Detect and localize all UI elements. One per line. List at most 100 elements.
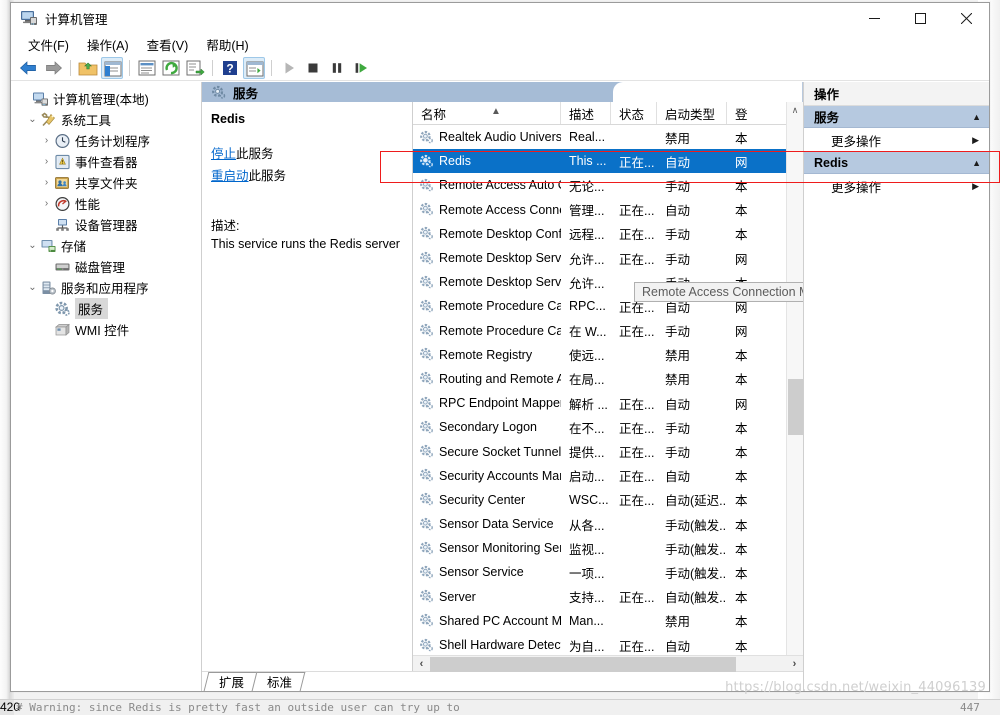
table-row[interactable]: Security Accounts Manag... 启动... 正在... 自动 本 <box>413 464 803 488</box>
export-list-icon[interactable] <box>184 57 206 79</box>
column-status[interactable]: 状态 <box>611 102 657 125</box>
collapse-up-icon[interactable]: ▲ <box>972 158 981 168</box>
chevron-right-icon[interactable]: › <box>39 135 54 146</box>
storage-icon <box>40 238 57 254</box>
services-pane: 服务 Redis 停止此服务 重启动此服务 描述: This service r… <box>202 82 803 691</box>
cell-description: 在 W... <box>569 325 607 340</box>
chevron-down-icon[interactable]: ⌄ <box>25 240 40 251</box>
table-row[interactable]: Remote Desktop Services 允许... 正在... 手动 网 <box>413 246 803 270</box>
minimize-button[interactable] <box>851 3 897 33</box>
close-button[interactable] <box>943 3 989 33</box>
collapse-up-icon[interactable]: ▲ <box>972 112 981 122</box>
table-row[interactable]: Sensor Service 一项... 手动(触发... 本 <box>413 560 803 584</box>
table-row[interactable]: Shell Hardware Detection 为自... 正在... 自动 本 <box>413 633 803 655</box>
table-row[interactable]: Sensor Monitoring Service 监视... 手动(触发... 本 <box>413 536 803 560</box>
computer-management-icon <box>20 9 38 27</box>
properties-icon[interactable] <box>136 57 158 79</box>
action-more-actions-services[interactable]: 更多操作 ▶ <box>804 128 989 152</box>
table-row[interactable]: Secondary Logon 在不... 正在... 手动 本 <box>413 415 803 439</box>
table-row[interactable]: Sensor Data Service 从各... 手动(触发... 本 <box>413 512 803 536</box>
tree-event-viewer[interactable]: › 事件查看器 <box>11 151 201 172</box>
show-hide-action-pane-icon[interactable] <box>243 56 265 79</box>
restart-service-link[interactable]: 重启动 <box>211 169 249 183</box>
window-controls <box>851 3 989 33</box>
show-hide-console-tree-icon[interactable] <box>101 56 123 79</box>
table-row[interactable]: Server 支持... 正在... 自动(触发... 本 <box>413 585 803 609</box>
table-row[interactable]: RPC Endpoint Mapper 解析 ... 正在... 自动 网 <box>413 391 803 415</box>
menu-file[interactable]: 文件(F) <box>19 33 78 56</box>
menu-view[interactable]: 查看(V) <box>138 33 198 56</box>
tree-device-manager[interactable]: 设备管理器 <box>11 214 201 235</box>
tree-task-scheduler[interactable]: › 任务计划程序 <box>11 130 201 151</box>
pause-service-icon[interactable] <box>326 57 348 79</box>
tab-standard[interactable]: 标准 <box>251 672 306 691</box>
table-row[interactable]: Redis This ... 正在... 自动 网 <box>413 149 803 174</box>
view-tabs: 扩展 标准 <box>202 670 803 691</box>
selected-service-name: Redis <box>211 112 246 127</box>
tree-wmi-control[interactable]: WMI 控件 <box>11 319 201 340</box>
scroll-left-arrow[interactable]: ‹ <box>413 658 430 670</box>
cell-service-name: Server <box>413 589 561 604</box>
table-row[interactable]: Remote Registry 使远... 禁用 本 <box>413 343 803 367</box>
table-row[interactable]: Security Center WSC... 正在... 自动(延迟... 本 <box>413 488 803 512</box>
column-startup-type[interactable]: 启动类型 <box>657 102 727 125</box>
table-row[interactable]: Remote Access Auto Con... 无论... 手动 本 <box>413 173 803 197</box>
service-gear-icon <box>419 420 434 435</box>
tree-disk-management[interactable]: 磁盘管理 <box>11 256 201 277</box>
column-description[interactable]: 描述 <box>561 102 611 125</box>
table-row[interactable]: Secure Socket Tunneling ... 提供... 正在... 手动 本 <box>413 439 803 463</box>
chevron-right-icon[interactable]: › <box>39 177 54 188</box>
help-icon[interactable]: ? <box>219 57 241 79</box>
tree-performance[interactable]: › 性能 <box>11 193 201 214</box>
table-row[interactable]: Shared PC Account Mana... Man... 禁用 本 <box>413 609 803 633</box>
column-log-on-as[interactable]: 登 <box>727 102 753 124</box>
refresh-icon[interactable] <box>160 57 182 79</box>
action-group-redis[interactable]: Redis ▲ <box>804 152 989 174</box>
tree-shared-folders[interactable]: › 共享文件夹 <box>11 172 201 193</box>
tree-item-label: 服务和应用程序 <box>61 282 149 296</box>
tree-services[interactable]: 服务 <box>11 298 201 319</box>
action-group-services[interactable]: 服务 ▲ <box>804 106 989 128</box>
table-row[interactable]: Realtek Audio Universal ... Real... 禁用 本 <box>413 125 803 149</box>
action-more-actions-redis[interactable]: 更多操作 ▶ <box>804 174 989 198</box>
submenu-arrow-icon: ▶ <box>972 134 979 145</box>
console-text-line-right: 447 <box>960 701 980 714</box>
forward-icon[interactable] <box>42 57 64 79</box>
column-name[interactable]: 名称 ▲ <box>413 102 561 125</box>
services-apps-icon <box>40 280 57 296</box>
vertical-scroll-thumb[interactable] <box>788 379 803 436</box>
stop-service-link[interactable]: 停止 <box>211 147 236 161</box>
table-row[interactable]: Remote Desktop Configu... 远程... 正在... 手动 本 <box>413 222 803 246</box>
table-row[interactable]: Remote Procedure Call (... 在 W... 正在... 手动 网 <box>413 319 803 343</box>
scroll-right-arrow[interactable]: › <box>786 658 803 670</box>
cell-description: 监视... <box>569 542 605 557</box>
list-horizontal-scrollbar[interactable]: ‹ › <box>413 655 803 673</box>
tree-services-and-applications[interactable]: ⌄ 服务和应用程序 <box>11 277 201 298</box>
restart-service-icon[interactable] <box>350 57 372 79</box>
restart-service-line: 重启动此服务 <box>211 165 404 184</box>
stop-service-icon[interactable] <box>302 57 324 79</box>
horizontal-scroll-thumb[interactable] <box>430 657 736 673</box>
table-row[interactable]: Routing and Remote Acc... 在局... 禁用 本 <box>413 367 803 391</box>
back-icon[interactable] <box>18 57 40 79</box>
maximize-button[interactable] <box>897 3 943 33</box>
services-list: 名称 ▲ 描述 状态 启动类型 登 Realtek Audio Univers … <box>413 102 803 673</box>
cell-service-name-text: Remote Procedure Call (... <box>439 299 561 314</box>
tab-extended[interactable]: 扩展 <box>203 672 258 691</box>
up-folder-icon[interactable] <box>77 57 99 79</box>
menu-action[interactable]: 操作(A) <box>78 33 138 56</box>
tree-computer-management-local[interactable]: 计算机管理(本地) <box>11 88 201 109</box>
scroll-up-arrow[interactable]: ∧ <box>787 102 803 119</box>
start-service-icon[interactable] <box>278 57 300 79</box>
table-row[interactable]: Remote Access Connectio... 管理... 正在... 自动 本 <box>413 198 803 222</box>
chevron-down-icon[interactable]: ⌄ <box>25 114 40 125</box>
cell-service-name-text: Security Accounts Manag... <box>439 468 561 483</box>
chevron-down-icon[interactable]: ⌄ <box>25 282 40 293</box>
chevron-right-icon[interactable]: › <box>39 198 54 209</box>
list-vertical-scrollbar[interactable]: ∧ ∨ <box>786 102 803 671</box>
chevron-right-icon[interactable]: › <box>39 156 54 167</box>
menu-help[interactable]: 帮助(H) <box>197 33 257 56</box>
cell-service-name: Secure Socket Tunneling ... <box>413 444 561 459</box>
tree-storage[interactable]: ⌄ 存储 <box>11 235 201 256</box>
tree-system-tools[interactable]: ⌄ 系统工具 <box>11 109 201 130</box>
